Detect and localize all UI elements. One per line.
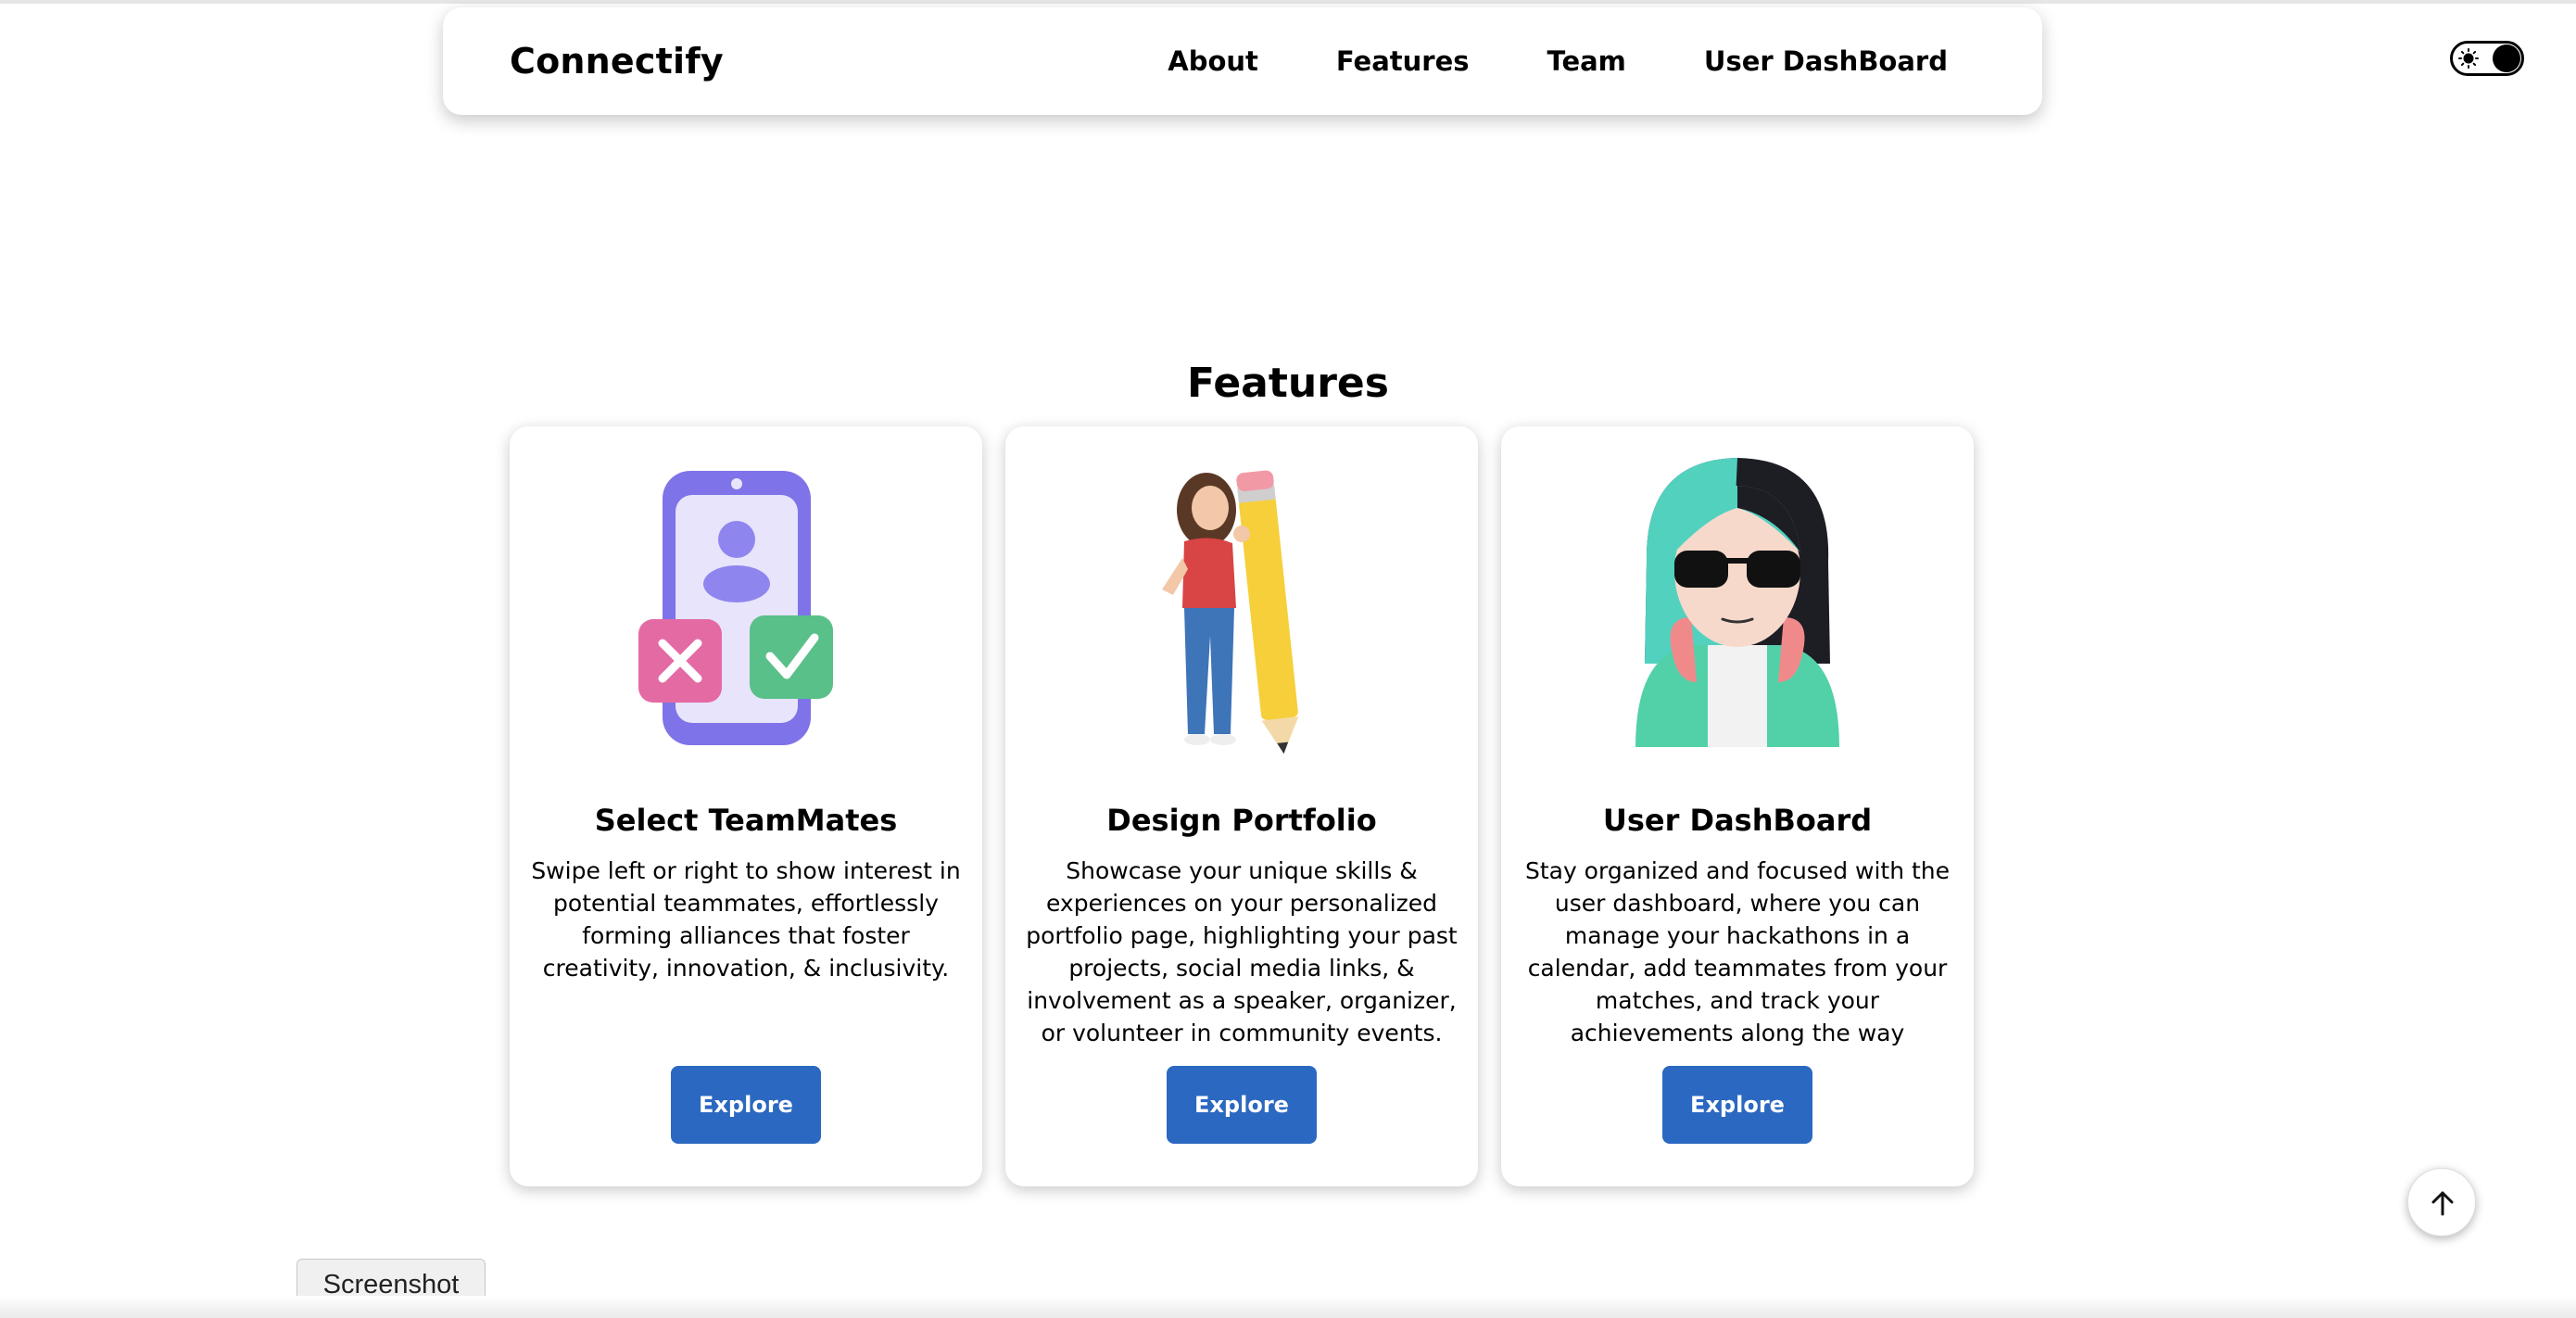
explore-button[interactable]: Explore (671, 1066, 821, 1144)
navbar: Connectify About Features Team User Dash… (443, 7, 2042, 115)
feature-card-design-portfolio: Design Portfolio Showcase your unique sk… (1005, 426, 1478, 1186)
avatar-sunglasses-illustration (1501, 458, 1974, 747)
feature-card-select-teammates: Select TeamMates Swipe left or right to … (510, 426, 982, 1186)
nav-link-user-dashboard[interactable]: User DashBoard (1704, 45, 1948, 77)
card-title: User DashBoard (1602, 803, 1873, 838)
brand-logo[interactable]: Connectify (510, 7, 724, 115)
card-title: Select TeamMates (594, 803, 898, 838)
top-rule (0, 0, 2576, 4)
card-description: Swipe left or right to show interest in … (531, 857, 961, 982)
explore-button[interactable]: Explore (1167, 1066, 1317, 1144)
card-description: Showcase your unique skills & experience… (1026, 857, 1458, 1046)
card-title: Design Portfolio (1106, 803, 1377, 838)
nav-link-features[interactable]: Features (1336, 45, 1470, 77)
features-title: Features (1187, 360, 1389, 407)
toggle-knob (2493, 44, 2520, 72)
woman-with-pencil-illustration (1005, 469, 1478, 754)
nav-link-team[interactable]: Team (1547, 45, 1626, 77)
explore-button[interactable]: Explore (1662, 1066, 1812, 1144)
nav-link-about[interactable]: About (1168, 45, 1258, 77)
sun-icon (2458, 48, 2479, 69)
arrow-up-icon (2431, 1191, 2454, 1216)
bottom-edge (0, 1296, 2576, 1318)
phone-swipe-illustration (510, 469, 982, 747)
nav-links: About Features Team User DashBoard (1168, 7, 1948, 115)
feature-card-user-dashboard: User DashBoard Stay organized and focuse… (1501, 426, 1974, 1186)
card-description: Stay organized and focused with the user… (1524, 857, 1951, 1046)
theme-toggle[interactable] (2450, 41, 2524, 76)
scroll-to-top-button[interactable] (2407, 1168, 2476, 1236)
